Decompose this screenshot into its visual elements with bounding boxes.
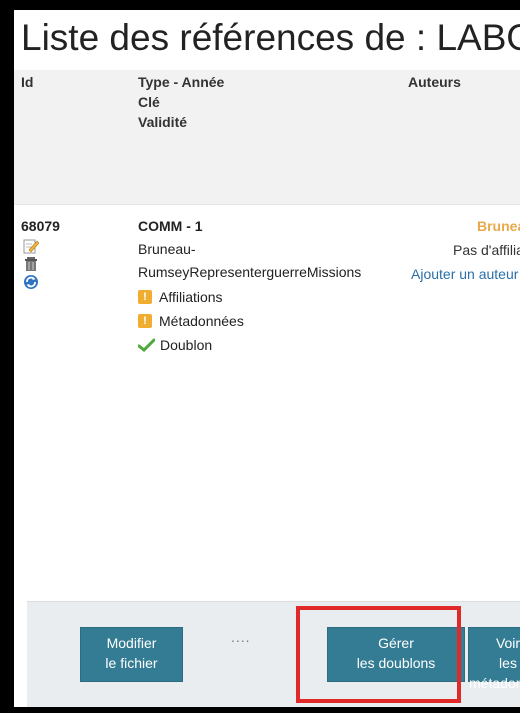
column-header-type: Type - Année Clé Validité — [138, 72, 224, 132]
author-name[interactable]: Bruneau — [477, 218, 520, 234]
highlight-box — [296, 606, 461, 703]
button-label-line2: les métadonnées — [469, 655, 520, 691]
warning-icon: ! — [138, 314, 152, 328]
status-affiliations: ! Affiliations — [138, 289, 223, 305]
view-metadata-button[interactable]: Voir les métadonnées — [468, 627, 520, 691]
page-title: Liste des références de : LABO — [21, 17, 520, 58]
trash-icon[interactable] — [23, 256, 39, 272]
column-header-key-line: Clé — [138, 94, 160, 110]
author-affiliation-note: Pas d'affiliation — [453, 242, 520, 258]
refresh-icon[interactable] — [23, 274, 39, 290]
column-header-id: Id — [21, 74, 34, 90]
table-header: Id Type - Année Clé Validité Auteurs — [14, 70, 520, 205]
status-label: Doublon — [160, 337, 213, 353]
row-id: 68079 — [21, 218, 60, 234]
button-label-line1: Voir — [495, 635, 520, 651]
type-year: COMM - 1 — [138, 218, 203, 234]
button-label-line1: Modifier — [106, 635, 157, 651]
modify-file-button[interactable]: Modifier le fichier — [80, 627, 183, 682]
status-duplicate: Doublon — [138, 337, 212, 353]
status-label: Affiliations — [159, 289, 223, 305]
checkmark-icon — [138, 338, 155, 352]
status-label: Métadonnées — [159, 313, 244, 329]
column-header-validity-line: Validité — [138, 114, 188, 130]
column-header-authors: Auteurs — [408, 74, 461, 90]
references-panel: Liste des références de : LABO Id Type -… — [14, 10, 520, 707]
ellipsis-separator: .... — [231, 629, 251, 645]
warning-icon: ! — [138, 290, 152, 304]
edit-icon[interactable] — [23, 238, 39, 254]
reference-key-line2: RumseyRepresenterguerreMissions — [138, 264, 362, 280]
column-header-type-line: Type - Année — [138, 74, 225, 90]
button-label-line2: le fichier — [105, 655, 158, 671]
status-metadata: ! Métadonnées — [138, 313, 244, 329]
reference-key-line1: Bruneau- — [138, 241, 196, 257]
add-author-link[interactable]: Ajouter un auteur — [411, 266, 518, 282]
